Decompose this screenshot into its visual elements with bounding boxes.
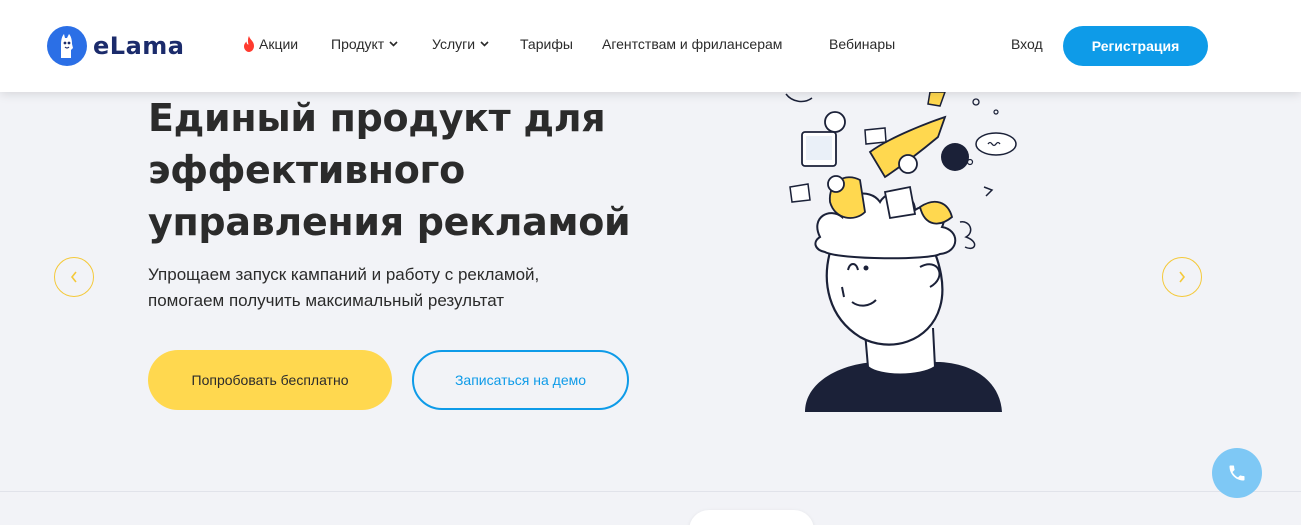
nav-label-promotions: Акции [259,36,299,52]
nav-item-services[interactable]: Услуги [432,36,489,52]
nav-item-webinars[interactable]: Вебинары [829,36,895,52]
hero-title-line: Единый продукт для [148,96,606,140]
segment-pill[interactable] [689,510,814,525]
llama-logo-icon [47,26,87,66]
nav-label-services: Услуги [432,36,476,52]
chevron-down-icon [389,41,398,47]
hero-subtitle-line: помогаем получить максимальный результат [148,291,505,310]
nav-label-pricing: Тарифы [520,36,573,52]
chevron-down-icon [480,41,489,47]
carousel-prev-button[interactable] [54,257,94,297]
hero-illustration [785,92,1017,412]
chevron-left-icon [70,271,77,283]
try-free-button[interactable]: Попробовать бесплатно [148,350,392,410]
hero-title-line: управления рекламой [148,200,631,244]
nav-label-webinars: Вебинары [829,36,896,52]
hero-subtitle-line: Упрощаем запуск кампаний и работу с рекл… [148,265,540,284]
nav-label-product: Продукт [331,36,385,52]
logo-text: eLama [93,32,185,60]
hero-title: Единый продукт для эффективного управлен… [148,92,668,248]
chevron-right-icon [1179,271,1186,283]
register-button[interactable]: Регистрация [1063,26,1208,66]
phone-icon [1229,465,1245,481]
carousel-next-button[interactable] [1162,257,1202,297]
login-link[interactable]: Вход [1011,36,1043,52]
nav-item-promotions[interactable]: Акции [242,36,298,52]
hero-title-line: эффективного [148,148,465,192]
nav-item-product[interactable]: Продукт [331,36,398,52]
next-section [0,492,1301,525]
nav-item-agencies[interactable]: Агентствам и фрилансерам [602,36,782,52]
book-demo-button[interactable]: Записаться на демо [412,350,629,410]
site-header: eLama Акции Продукт Услуги Тарифы Агентс… [0,0,1301,92]
logo[interactable]: eLama [47,26,184,66]
nav-label-agencies: Агентствам и фрилансерам [602,36,783,52]
call-button[interactable] [1212,448,1262,498]
fire-icon [244,36,254,52]
nav-item-pricing[interactable]: Тарифы [520,36,573,52]
hero-subtitle: Упрощаем запуск кампаний и работу с рекл… [148,262,668,314]
